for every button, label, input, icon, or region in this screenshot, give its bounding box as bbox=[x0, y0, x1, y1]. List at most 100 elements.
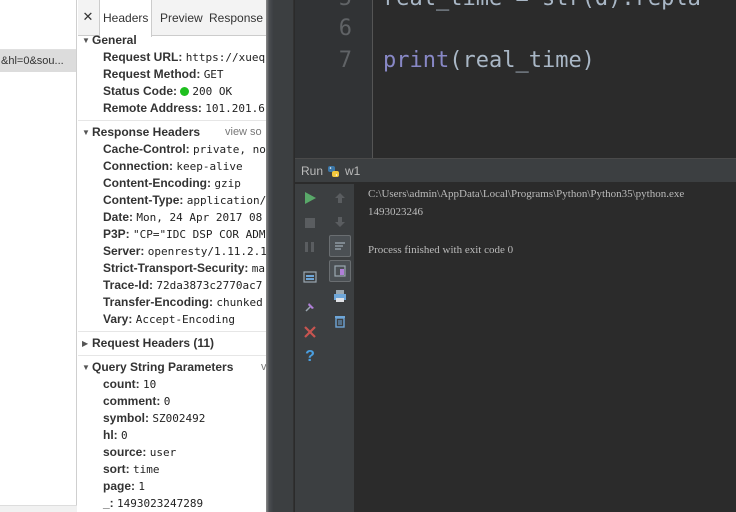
request-list-scrollbar[interactable] bbox=[0, 505, 77, 512]
response-header-row-key: P3P: bbox=[103, 227, 130, 241]
query-params-toggle[interactable]: ▼ Query String Parameters v bbox=[78, 359, 268, 376]
query-param-row-key: count: bbox=[103, 377, 140, 391]
response-header-row-key: Transfer-Encoding: bbox=[103, 295, 214, 309]
request-headers-toggle[interactable]: ▶ Request Headers (11) bbox=[78, 335, 268, 352]
response-header-row-value: private, no bbox=[193, 143, 266, 156]
response-header-row-key: Content-Encoding: bbox=[103, 176, 211, 190]
response-header-row: Trace-Id: 72da3873c2770ac7 bbox=[78, 277, 268, 294]
view-source-link[interactable]: view so bbox=[225, 124, 262, 141]
window-edge bbox=[266, 0, 274, 512]
query-param-row-value: 0 bbox=[121, 429, 128, 442]
pause-icon[interactable] bbox=[299, 236, 321, 258]
general-section-toggle[interactable]: ▼ General bbox=[78, 32, 268, 49]
response-header-row: Date: Mon, 24 Apr 2017 08 bbox=[78, 209, 268, 226]
help-icon[interactable]: ? bbox=[299, 346, 321, 368]
close-icon[interactable]: ✕ bbox=[81, 9, 95, 25]
query-param-row-value: 0 bbox=[163, 395, 171, 408]
request-headers-title: Request Headers (11) bbox=[92, 336, 215, 350]
console-actions-toolbar bbox=[325, 184, 355, 512]
soft-wrap-icon[interactable] bbox=[329, 235, 351, 257]
query-param-row: hl: 0 bbox=[78, 427, 268, 444]
remote-address-key: Remote Address: bbox=[103, 101, 202, 115]
response-header-row-key: Date: bbox=[103, 210, 134, 224]
query-param-row-key: _: bbox=[103, 496, 114, 510]
details-tab-bar: ✕ Headers Preview Response bbox=[78, 0, 268, 37]
status-code-key: Status Code: bbox=[103, 84, 178, 98]
print-icon[interactable] bbox=[329, 285, 351, 307]
response-header-row-value: chunked bbox=[216, 296, 263, 309]
code-line: print(real_time) bbox=[383, 48, 595, 73]
response-header-row: Cache-Control: private, no bbox=[78, 141, 268, 158]
query-param-row-value: 1493023247289 bbox=[117, 497, 204, 510]
scroll-to-end-icon[interactable] bbox=[329, 260, 351, 282]
query-param-row: sort: time bbox=[78, 461, 268, 478]
response-header-row: P3P: "CP="IDC DSP COR ADM bbox=[78, 226, 268, 243]
code-editor[interactable]: real_time = str(d).repla print(real_time… bbox=[374, 0, 736, 158]
query-param-row-key: symbol: bbox=[103, 411, 150, 425]
divider bbox=[78, 120, 268, 121]
response-headers-title: Response Headers bbox=[92, 125, 201, 139]
response-header-row-value: Accept-Encoding bbox=[135, 313, 236, 326]
close-run-icon[interactable] bbox=[299, 321, 321, 343]
query-param-row-value: time bbox=[133, 463, 160, 476]
query-param-row-value: user bbox=[149, 446, 177, 459]
divider bbox=[78, 331, 268, 332]
response-headers-toggle[interactable]: ▼ Response Headers view so bbox=[78, 124, 268, 141]
response-header-row-value: 72da3873c2770ac7 bbox=[156, 279, 263, 292]
console-line: Process finished with exit code 0 bbox=[368, 244, 514, 256]
query-param-row-key: sort: bbox=[103, 462, 130, 476]
screen: &hl=0&sou... ✕ Headers Preview Response … bbox=[0, 0, 736, 512]
triangle-right-icon: ▶ bbox=[82, 339, 89, 348]
response-header-row: Vary: Accept-Encoding bbox=[78, 311, 268, 328]
general-title: General bbox=[92, 33, 137, 47]
run-label: Run bbox=[301, 164, 324, 178]
response-header-row-value: gzip bbox=[214, 177, 241, 190]
query-param-row-key: page: bbox=[103, 479, 136, 493]
line-number: 7 bbox=[338, 48, 352, 73]
query-param-row-value: 1 bbox=[138, 480, 145, 493]
response-header-row-key: Strict-Transport-Security: bbox=[103, 261, 249, 275]
request-url-key: Request URL: bbox=[103, 50, 183, 64]
response-header-row: Strict-Transport-Security: ma bbox=[78, 260, 268, 277]
python-icon bbox=[328, 166, 339, 177]
query-param-row-key: comment: bbox=[103, 394, 161, 408]
remote-address-value: 101.201.6 bbox=[205, 102, 265, 115]
response-header-row-key: Server: bbox=[103, 244, 145, 258]
request-row-selected[interactable]: &hl=0&sou... bbox=[0, 50, 76, 72]
trash-icon[interactable] bbox=[329, 310, 351, 332]
console-line: C:\Users\admin\AppData\Local\Programs\Py… bbox=[368, 188, 685, 200]
general-section: ▼ General Request URL: https://xueq Requ… bbox=[78, 32, 268, 117]
print-keyword: print bbox=[383, 48, 450, 73]
response-header-row-value: application/ bbox=[186, 194, 267, 207]
run-console-output[interactable]: C:\Users\admin\AppData\Local\Programs\Py… bbox=[356, 184, 736, 512]
rerun-icon[interactable] bbox=[299, 187, 321, 209]
tab-preview[interactable]: Preview bbox=[157, 0, 206, 36]
response-header-row-key: Cache-Control: bbox=[103, 142, 190, 156]
response-header-row-value: Mon, 24 Apr 2017 08 bbox=[136, 211, 263, 224]
request-url-value: https://xueq bbox=[185, 51, 266, 64]
ide-window: 5 6 7 real_time = str(d).repla print(rea… bbox=[274, 0, 736, 512]
arrow-up-icon[interactable] bbox=[329, 187, 351, 209]
triangle-down-icon: ▼ bbox=[82, 363, 90, 372]
run-config-name[interactable]: w1 bbox=[345, 164, 360, 178]
arrow-down-icon[interactable] bbox=[329, 211, 351, 233]
response-header-row-key: Content-Type: bbox=[103, 193, 184, 207]
query-params-section: ▼ Query String Parameters v count: 10 com… bbox=[78, 359, 268, 512]
query-param-row-value: SZ002492 bbox=[152, 412, 206, 425]
remote-address-row: Remote Address: 101.201.6 bbox=[78, 100, 268, 117]
response-headers-section: ▼ Response Headers view so Cache-Control… bbox=[78, 124, 268, 328]
status-code-row: Status Code: 200 OK bbox=[78, 83, 268, 100]
tab-response[interactable]: Response bbox=[206, 0, 266, 36]
pin-icon[interactable] bbox=[299, 296, 321, 318]
response-header-row-key: Vary: bbox=[103, 312, 133, 326]
divider bbox=[78, 355, 268, 356]
line-number: 5 bbox=[339, 0, 352, 11]
stop-icon[interactable] bbox=[299, 212, 321, 234]
response-header-row: Content-Encoding: gzip bbox=[78, 175, 268, 192]
ide-side-toolbar bbox=[274, 0, 294, 512]
response-header-row-value: ma bbox=[251, 262, 265, 275]
request-method-key: Request Method: bbox=[103, 67, 201, 81]
response-header-row: Server: openresty/1.11.2.1 bbox=[78, 243, 268, 260]
layout-icon[interactable] bbox=[299, 266, 321, 288]
query-param-row: symbol: SZ002492 bbox=[78, 410, 268, 427]
